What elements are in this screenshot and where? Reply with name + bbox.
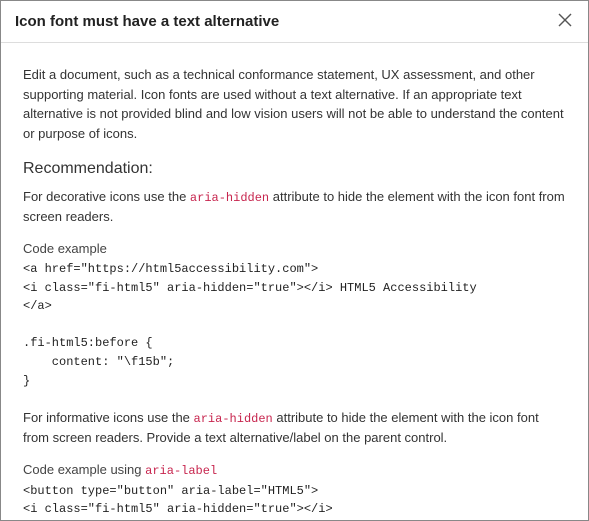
close-button[interactable] (556, 11, 574, 32)
label-text: Code example using (23, 462, 145, 477)
code-example-label: Code example (23, 239, 566, 259)
code-example-label-2: Code example using aria-label (23, 460, 566, 480)
aria-label-code: aria-label (145, 464, 217, 478)
informative-icons-para: For informative icons use the aria-hidde… (23, 408, 566, 448)
intro-text: Edit a document, such as a technical con… (23, 65, 566, 143)
decorative-icons-para: For decorative icons use the aria-hidden… (23, 187, 566, 227)
close-icon (558, 13, 572, 30)
dialog-header: Icon font must have a text alternative (1, 1, 588, 43)
recommendation-heading: Recommendation: (23, 157, 566, 181)
dialog-body: Edit a document, such as a technical con… (1, 43, 588, 520)
aria-hidden-code: aria-hidden (194, 412, 273, 426)
dialog: Icon font must have a text alternative E… (0, 0, 589, 521)
code-example-1: <a href="https://html5accessibility.com"… (23, 260, 566, 390)
dialog-title: Icon font must have a text alternative (15, 13, 279, 30)
para-text: For decorative icons use the (23, 189, 190, 204)
para-text: For informative icons use the (23, 410, 194, 425)
aria-hidden-code: aria-hidden (190, 191, 269, 205)
code-example-2: <button type="button" aria-label="HTML5"… (23, 482, 566, 520)
